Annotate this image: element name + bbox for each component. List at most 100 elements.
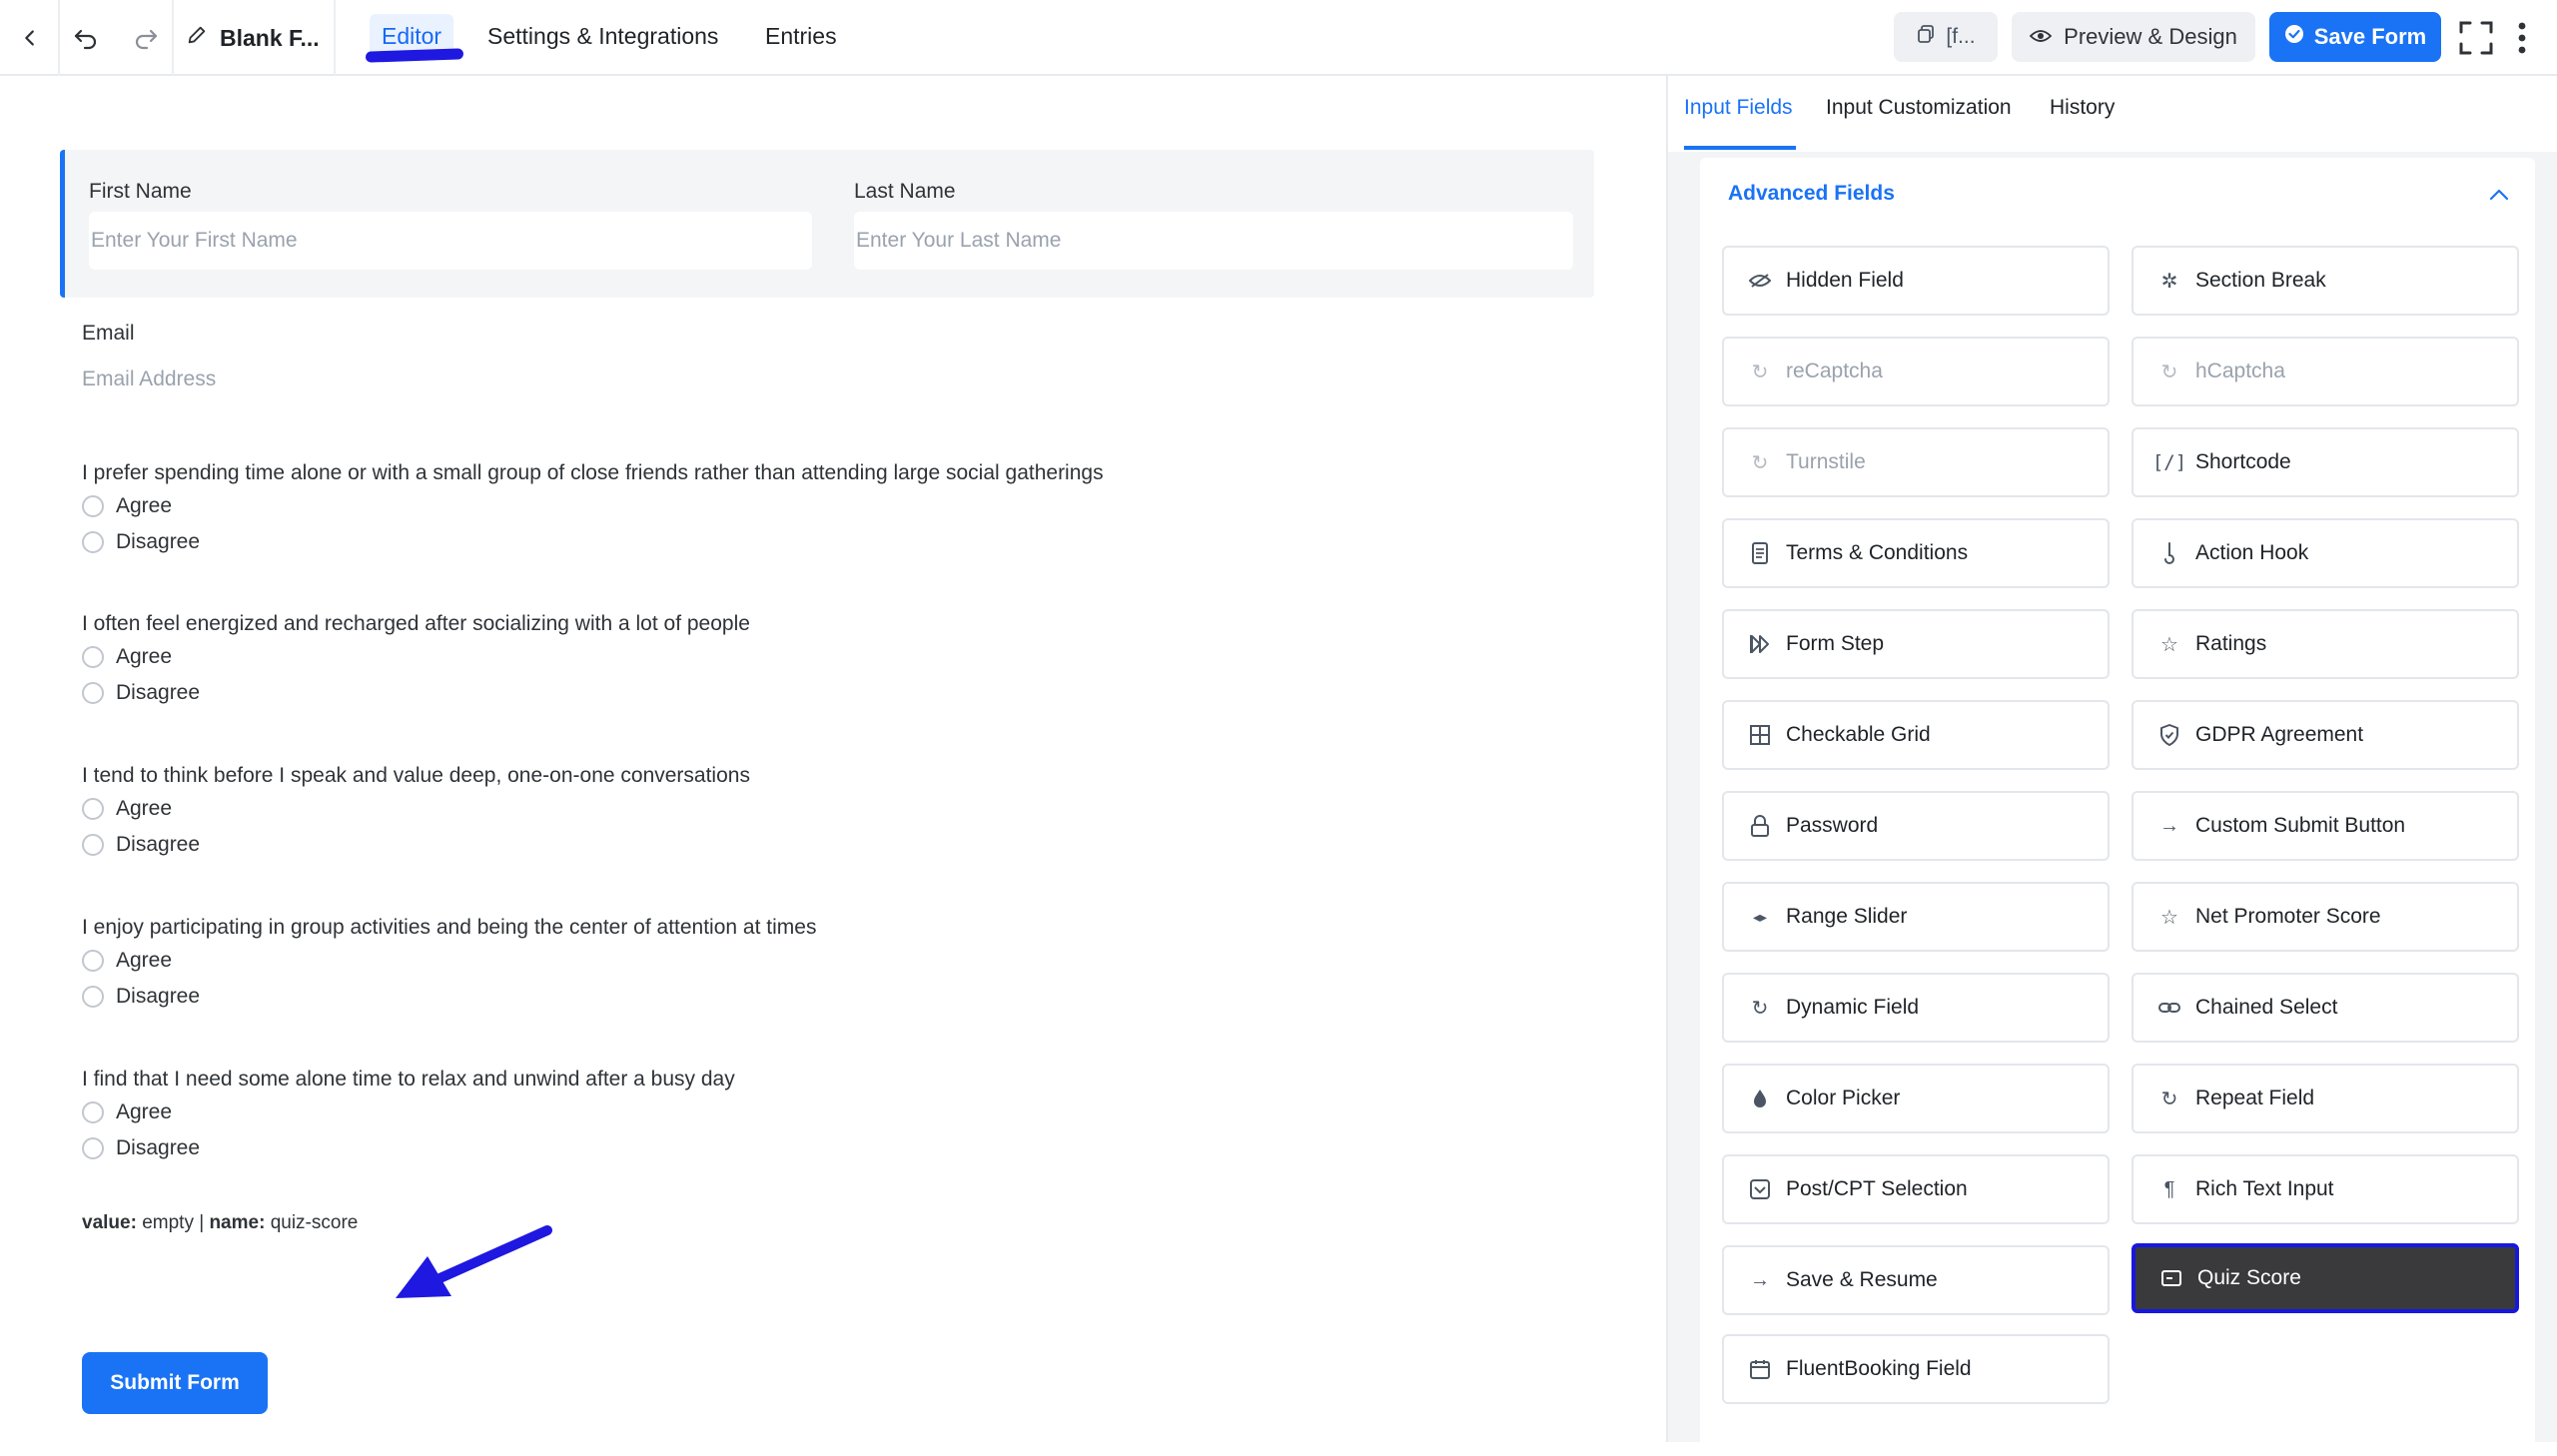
field-form-step[interactable]: Form Step [1722,609,2110,679]
field-quiz-score[interactable]: Quiz Score [2131,1243,2519,1313]
field-label: Repeat Field [2195,1087,2315,1109]
last-name-input[interactable]: Enter Your Last Name [854,212,1573,270]
form-title[interactable]: Blank F... [186,0,320,76]
divider [334,0,336,76]
tab-history[interactable]: History [2050,96,2115,120]
field-ratings[interactable]: ☆ Ratings [2131,609,2519,679]
radio-button[interactable] [82,682,104,704]
field-fluentbooking-field[interactable]: FluentBooking Field [1722,1334,2110,1404]
field-recaptcha[interactable]: ↻ reCaptcha [1722,337,2110,406]
radio-button[interactable] [82,834,104,856]
radio-button[interactable] [82,986,104,1008]
field-gdpr-agreement[interactable]: GDPR Agreement [2131,700,2519,770]
question-text: I often feel energized and recharged aft… [82,612,750,635]
option-label: Disagree [116,833,201,856]
field-section-break[interactable]: ✲ Section Break [2131,246,2519,316]
field-hidden-field[interactable]: Hidden Field [1722,246,2110,316]
quiz-name: quiz-score [270,1212,359,1233]
advanced-fields-title[interactable]: Advanced Fields [1728,182,1895,206]
option-label: Disagree [116,1136,201,1159]
radio-option-agree[interactable]: Agree [82,946,816,976]
radio-option-disagree[interactable]: Disagree [82,678,750,708]
undo-icon[interactable] [66,10,106,66]
question-2[interactable]: I often feel energized and recharged aft… [82,612,750,708]
radio-button[interactable] [82,1137,104,1159]
annotation-arrow-icon [396,1225,552,1298]
field-hcaptcha[interactable]: ↻ hCaptcha [2131,337,2519,406]
field-post-cpt-selection[interactable]: Post/CPT Selection [1722,1154,2110,1224]
redo-icon[interactable] [126,10,166,66]
question-5[interactable]: I find that I need some alone time to re… [82,1068,735,1163]
option-label: Disagree [116,530,201,553]
field-terms-conditions[interactable]: Terms & Conditions [1722,518,2110,588]
more-options-icon[interactable] [2507,10,2537,66]
chevron-up-icon[interactable] [2489,188,2509,206]
form-editor-canvas: First Name Enter Your First Name Last Na… [0,76,1666,1442]
question-text: I tend to think before I speak and value… [82,764,750,787]
submit-form-button[interactable]: Submit Form [82,1352,268,1414]
field-net-promoter-score[interactable]: ☆ Net Promoter Score [2131,882,2519,952]
radio-button[interactable] [82,531,104,553]
tab-input-customization[interactable]: Input Customization [1826,96,2012,120]
radio-button[interactable] [82,950,104,972]
field-chained-select[interactable]: Chained Select [2131,973,2519,1043]
radio-button[interactable] [82,1101,104,1123]
quiz-score-field[interactable]: value: empty | name: quiz-score [82,1212,358,1234]
shortcode-button[interactable]: [f... [1894,12,1998,62]
field-action-hook[interactable]: Action Hook [2131,518,2519,588]
preview-design-button[interactable]: Preview & Design [2012,12,2255,62]
radio-option-disagree[interactable]: Disagree [82,1133,735,1163]
last-name-field: Last Name Enter Your Last Name [854,180,1573,270]
question-3[interactable]: I tend to think before I speak and value… [82,764,750,860]
link-icon [2157,996,2181,1020]
field-label: Dynamic Field [1786,996,1920,1019]
field-dynamic-field[interactable]: ↻ Dynamic Field [1722,973,2110,1043]
star-icon: ☆ [2160,906,2178,929]
panel-tabs: Input Fields Input Customization History [1668,76,2557,152]
refresh-icon: ↻ [1751,997,1769,1020]
question-1[interactable]: I prefer spending time alone or with a s… [82,461,1104,557]
field-range-slider[interactable]: ◂▸ Range Slider [1722,882,2110,952]
tab-entries[interactable]: Entries [753,14,849,58]
email-field[interactable]: Email Email Address [82,322,216,391]
form-title-text: Blank F... [220,24,320,51]
field-label: Custom Submit Button [2195,814,2406,837]
radio-button[interactable] [82,495,104,517]
radio-option-agree[interactable]: Agree [82,491,1104,521]
radio-button[interactable] [82,646,104,668]
hcaptcha-icon: ↻ [2160,361,2178,383]
radio-option-agree[interactable]: Agree [82,1097,735,1127]
radio-option-agree[interactable]: Agree [82,642,750,672]
field-password[interactable]: Password [1722,791,2110,861]
field-label: Shortcode [2195,450,2291,473]
name-fields-row[interactable]: First Name Enter Your First Name Last Na… [60,150,1594,298]
radio-option-disagree[interactable]: Disagree [82,527,1104,557]
save-form-button[interactable]: Save Form [2269,12,2441,62]
radio-option-agree[interactable]: Agree [82,794,750,824]
first-name-input[interactable]: Enter Your First Name [89,212,812,270]
shortcode-icon: [/] [2151,451,2187,473]
back-icon[interactable] [10,10,50,66]
field-shortcode[interactable]: [/] Shortcode [2131,427,2519,497]
email-input[interactable]: Email Address [82,367,216,391]
radio-option-disagree[interactable]: Disagree [82,830,750,860]
field-custom-submit-button[interactable]: → Custom Submit Button [2131,791,2519,861]
field-label: Range Slider [1786,905,1908,928]
field-checkable-grid[interactable]: Checkable Grid [1722,700,2110,770]
grid-icon [1748,723,1772,747]
tab-input-fields[interactable]: Input Fields [1684,96,1793,120]
field-label: Section Break [2195,269,2326,292]
tab-settings-integrations[interactable]: Settings & Integrations [475,14,730,58]
question-text: I prefer spending time alone or with a s… [82,461,1104,484]
post-icon [1748,1177,1772,1201]
field-save-resume[interactable]: → Save & Resume [1722,1245,2110,1315]
field-label: Form Step [1786,632,1885,655]
radio-option-disagree[interactable]: Disagree [82,982,816,1012]
fullscreen-icon[interactable] [2455,10,2497,66]
question-4[interactable]: I enjoy participating in group activitie… [82,916,816,1012]
field-repeat-field[interactable]: ↻ Repeat Field [2131,1064,2519,1133]
field-rich-text-input[interactable]: ¶ Rich Text Input [2131,1154,2519,1224]
radio-button[interactable] [82,798,104,820]
field-color-picker[interactable]: Color Picker [1722,1064,2110,1133]
field-turnstile[interactable]: ↻ Turnstile [1722,427,2110,497]
